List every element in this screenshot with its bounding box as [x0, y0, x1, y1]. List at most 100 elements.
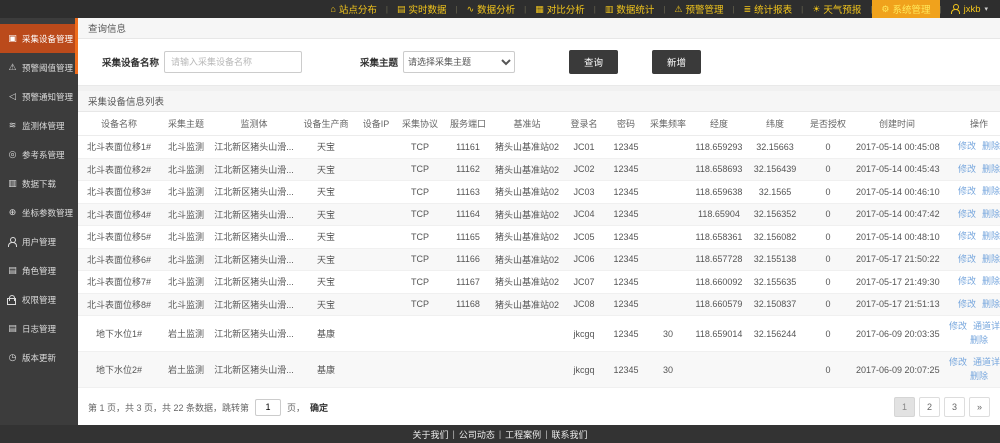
cell: 32.156439 — [748, 158, 802, 181]
cell: TCP — [396, 226, 444, 249]
action-link[interactable]: 删除 — [970, 335, 988, 345]
sidebar-item-预警通知管理[interactable]: ◁ 预警通知管理 — [0, 82, 78, 111]
action-link[interactable]: 修改 — [958, 209, 976, 219]
sidebar-item-预警阈值管理[interactable]: ⚠ 预警阈值管理 — [0, 53, 78, 82]
action-link[interactable]: 通道详情 — [973, 321, 1000, 331]
top-nav-item[interactable]: ∿ 数据分析 — [458, 0, 525, 18]
action-link[interactable]: 通道详情 — [973, 357, 1000, 367]
cell: 天宝 — [296, 203, 356, 226]
column-header: 采集频率 — [646, 112, 690, 136]
device-name-input[interactable] — [164, 51, 302, 73]
sidebar-item-参考系管理[interactable]: ◎ 参考系管理 — [0, 140, 78, 169]
sidebar-item-版本更新[interactable]: ◷ 版本更新 — [0, 343, 78, 372]
top-nav-item[interactable]: ⚙ 系统管理 — [872, 0, 939, 18]
cell: TCP — [396, 248, 444, 271]
user-menu[interactable]: jxkb ▾ — [942, 0, 1000, 18]
cell: 猪头山基准站02 — [492, 203, 562, 226]
footer-link[interactable]: 公司动态 — [459, 428, 495, 441]
alert-threshold-icon: ⚠ — [7, 62, 18, 73]
action-link[interactable]: 删除 — [982, 141, 1000, 151]
cell: 0 — [802, 293, 854, 316]
action-link[interactable]: 删除 — [982, 254, 1000, 264]
cell — [646, 226, 690, 249]
action-link[interactable]: 删除 — [970, 371, 988, 381]
action-link[interactable]: 删除 — [982, 209, 1000, 219]
footer-link[interactable]: 联系我们 — [552, 428, 588, 441]
page-buttons: 123» — [894, 397, 990, 417]
top-nav-item[interactable]: ▥ 数据统计 — [596, 0, 664, 18]
sidebar-item-坐标参数管理[interactable]: ⊕ 坐标参数管理 — [0, 198, 78, 227]
action-link[interactable]: 修改 — [958, 299, 976, 309]
wifi-icon: ≋ — [7, 120, 18, 131]
top-nav-item[interactable]: ☀ 天气预报 — [803, 0, 870, 18]
cell: 0 — [802, 226, 854, 249]
action-link[interactable]: 修改 — [958, 164, 976, 174]
row-actions: 修改删除 — [940, 158, 1000, 181]
sidebar-item-权限管理[interactable]: 权限管理 — [0, 285, 78, 314]
sidebar-item-日志管理[interactable]: ▤ 日志管理 — [0, 314, 78, 343]
pagination: 第 1 页，共 3 页，共 22 条数据，跳转第 页， 确定 123» — [78, 388, 1000, 425]
home-icon: ⌂ — [330, 5, 335, 14]
query-form: 采集设备名称 采集主题 请选择采集主题 查询 新增 — [78, 39, 1000, 85]
cell: 2017-05-17 21:51:13 — [854, 293, 940, 316]
cell: 32.156244 — [748, 316, 802, 352]
cell: 32.1565 — [748, 181, 802, 204]
action-link[interactable]: 删除 — [982, 276, 1000, 286]
device-table: 设备名称采集主题监测体设备生产商设备IP采集协议服务端口基准站登录名密码采集频率… — [78, 112, 1000, 388]
page-button-3[interactable]: 3 — [944, 397, 965, 417]
cell: 12345 — [606, 226, 646, 249]
row-actions: 修改删除 — [940, 293, 1000, 316]
cell: 2017-05-14 00:45:08 — [854, 136, 940, 159]
cell: 32.156082 — [748, 226, 802, 249]
cell: 0 — [802, 271, 854, 294]
cell: 11162 — [444, 158, 492, 181]
cell: TCP — [396, 181, 444, 204]
sidebar-item-用户管理[interactable]: 用户管理 — [0, 227, 78, 256]
page-button-»[interactable]: » — [969, 397, 990, 417]
action-link[interactable]: 修改 — [958, 231, 976, 241]
device-icon: ▣ — [7, 33, 18, 44]
search-button[interactable]: 查询 — [569, 50, 618, 74]
sidebar-scrollbar[interactable] — [75, 18, 78, 74]
page-button-2[interactable]: 2 — [919, 397, 940, 417]
action-link[interactable]: 删除 — [982, 164, 1000, 174]
action-link[interactable]: 删除 — [982, 186, 1000, 196]
cell: 北斗表面位移3# — [78, 181, 160, 204]
action-link[interactable]: 删除 — [982, 231, 1000, 241]
action-link[interactable]: 修改 — [958, 254, 976, 264]
top-nav-item[interactable]: ▦ 对比分析 — [526, 0, 594, 18]
database-icon: ▤ — [397, 5, 406, 14]
add-button[interactable]: 新增 — [652, 50, 701, 74]
action-link[interactable]: 删除 — [982, 299, 1000, 309]
action-link[interactable]: 修改 — [958, 276, 976, 286]
sidebar-item-数据下载[interactable]: ▥ 数据下载 — [0, 169, 78, 198]
cell: 江北新区猪头山滑... — [212, 136, 296, 159]
confirm-button[interactable]: 确定 — [310, 401, 328, 414]
action-link[interactable]: 修改 — [958, 186, 976, 196]
separator: | — [499, 429, 501, 439]
action-link[interactable]: 修改 — [958, 141, 976, 151]
sidebar-item-角色管理[interactable]: ▤ 角色管理 — [0, 256, 78, 285]
cell: 北斗表面位移2# — [78, 158, 160, 181]
page-button-1[interactable]: 1 — [894, 397, 915, 417]
footer-link[interactable]: 关于我们 — [412, 428, 448, 441]
top-nav-item[interactable]: ⚠ 预警管理 — [665, 0, 732, 18]
sidebar-item-采集设备管理[interactable]: ▣ 采集设备管理 — [0, 24, 78, 53]
top-nav-item[interactable]: ▤ 实时数据 — [388, 0, 456, 18]
cell: TCP — [396, 293, 444, 316]
notify-icon: ◁ — [7, 91, 18, 102]
sidebar-item-监测体管理[interactable]: ≋ 监测体管理 — [0, 111, 78, 140]
top-nav-item[interactable]: ≣ 统计报表 — [735, 0, 802, 18]
line-chart-icon: ∿ — [467, 5, 475, 14]
action-link[interactable]: 修改 — [949, 321, 967, 331]
action-link[interactable]: 修改 — [949, 357, 967, 367]
cell — [396, 352, 444, 388]
page-jump-input[interactable] — [255, 399, 281, 416]
cell: 江北新区猪头山滑... — [212, 293, 296, 316]
top-nav-item[interactable]: ⌂ 站点分布 — [321, 0, 385, 18]
row-actions: 修改删除 — [940, 271, 1000, 294]
topic-select[interactable]: 请选择采集主题 — [403, 51, 515, 73]
cell: 江北新区猪头山滑... — [212, 248, 296, 271]
footer-link[interactable]: 工程案例 — [505, 428, 541, 441]
cell: jkcgq — [562, 316, 606, 352]
